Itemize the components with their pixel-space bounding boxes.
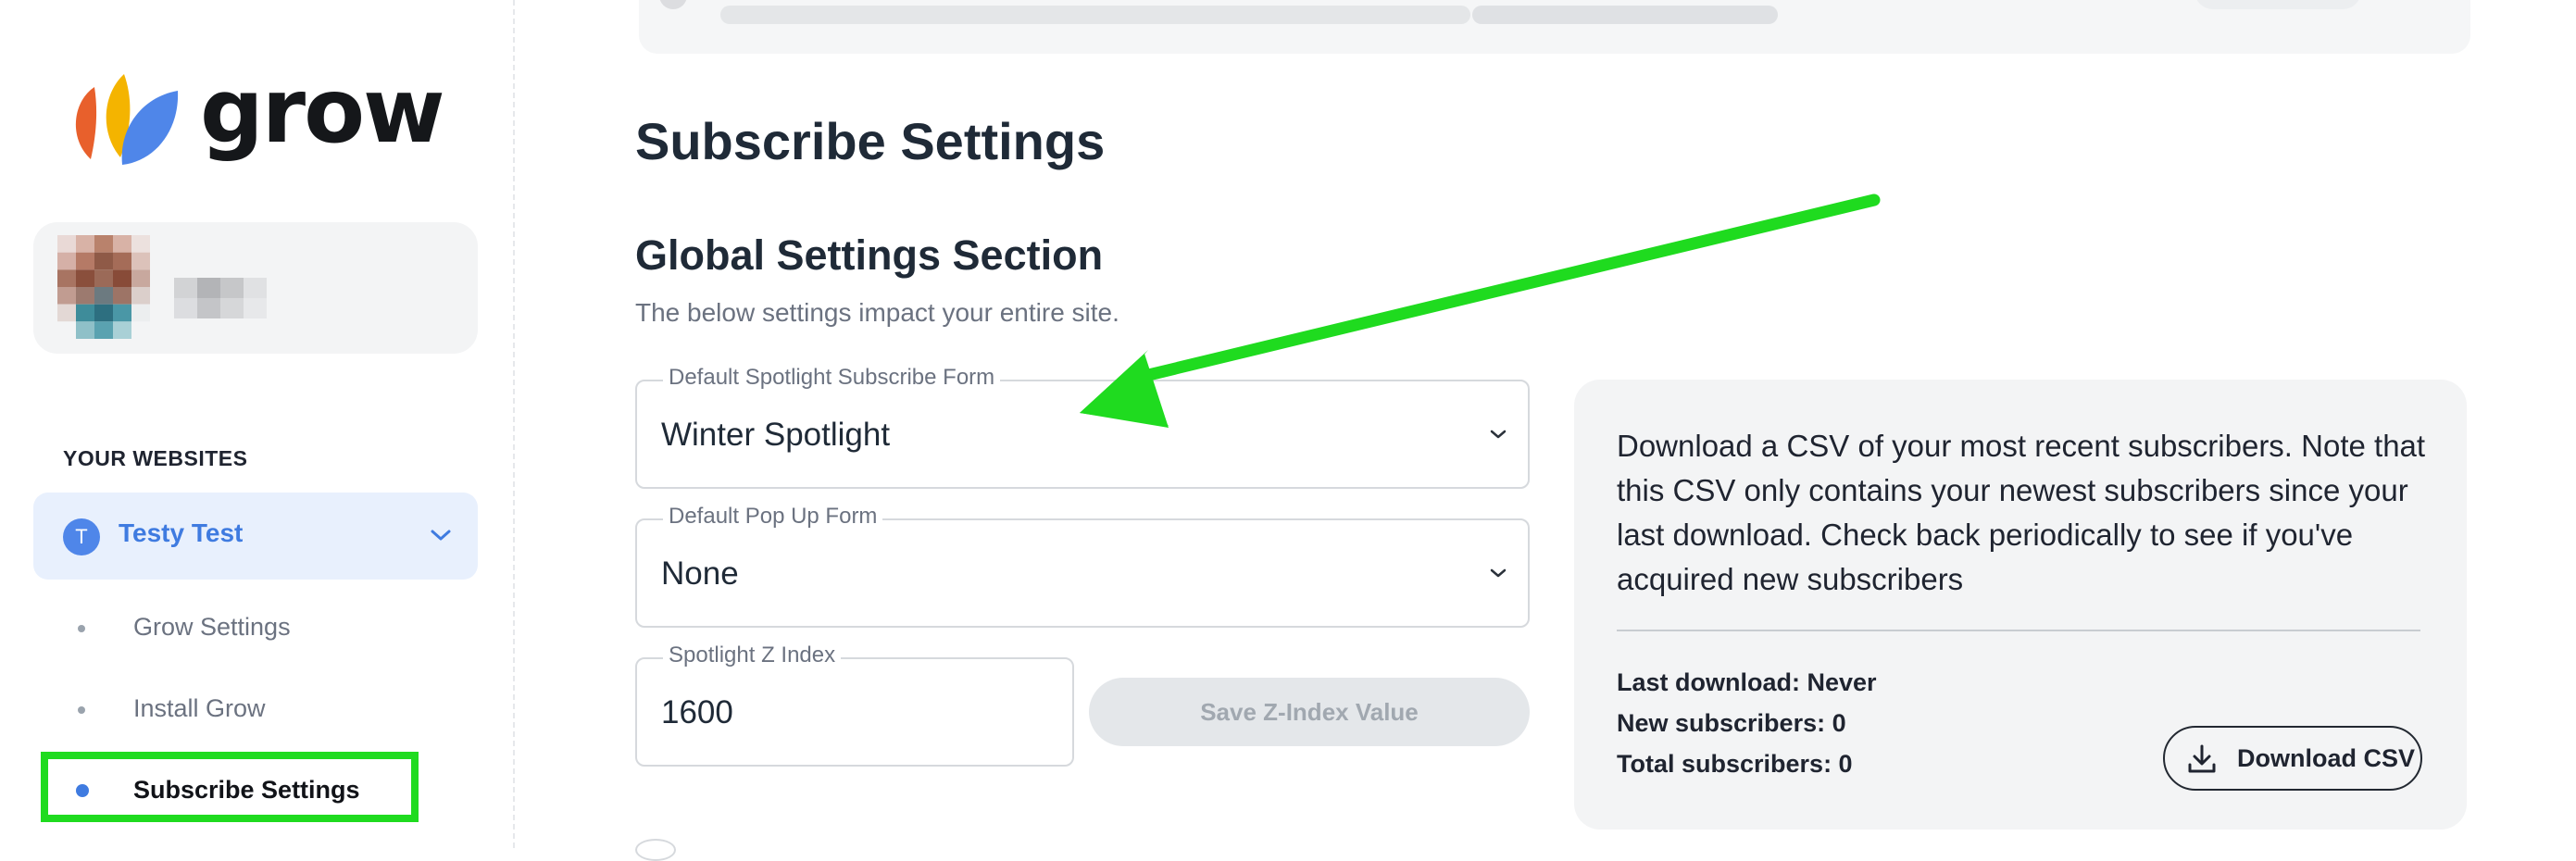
nav-item-label: Subscribe Settings <box>133 776 360 804</box>
download-icon <box>2188 744 2216 773</box>
last-download-stat: Last download: Never <box>1617 668 1877 696</box>
download-csv-label: Download CSV <box>2237 744 2416 772</box>
account-avatar <box>57 235 169 339</box>
bullet-icon <box>78 625 85 632</box>
csv-description: Download a CSV of your most recent subsc… <box>1617 429 2426 596</box>
z-index-value: 1600 <box>661 694 733 730</box>
popup-form-select[interactable]: Default Pop Up Form None <box>635 504 1530 628</box>
chevron-down-icon <box>1490 430 1507 439</box>
next-section-edge <box>635 839 676 861</box>
site-avatar: T <box>63 518 100 555</box>
z-index-label: Spotlight Z Index <box>663 643 842 668</box>
spotlight-form-label: Default Spotlight Subscribe Form <box>663 365 1001 391</box>
popup-form-value: None <box>661 555 739 592</box>
page-title: Subscribe Settings <box>635 112 1106 170</box>
previous-section-card <box>639 0 2470 54</box>
spotlight-form-select[interactable]: Default Spotlight Subscribe Form Winter … <box>635 365 1530 489</box>
divider <box>1617 630 2420 631</box>
bullet-icon <box>78 706 85 714</box>
sidebar: grow YOUR WEBSITES T Testy Test Grow Set… <box>0 0 515 848</box>
bullet-icon <box>76 784 89 797</box>
popup-form-label: Default Pop Up Form <box>663 504 883 530</box>
new-subscribers-stat: New subscribers: 0 <box>1617 709 1846 737</box>
section-description: The below settings impact your entire si… <box>635 298 1119 327</box>
logo-text: grow <box>200 59 445 163</box>
download-csv-button[interactable]: Download CSV <box>2163 726 2422 791</box>
nav-item-label: Install Grow <box>133 694 266 722</box>
your-websites-label: YOUR WEBSITES <box>63 446 248 470</box>
nav-item-grow-settings[interactable]: Grow Settings <box>33 600 478 655</box>
chevron-down-icon <box>1490 568 1507 578</box>
save-z-index-button[interactable]: Save Z-Index Value <box>1089 678 1530 746</box>
account-name <box>174 278 267 318</box>
account-card[interactable] <box>33 222 478 354</box>
nav-item-install-grow[interactable]: Install Grow <box>33 681 478 737</box>
nav-item-subscribe-settings[interactable]: Subscribe Settings <box>33 763 478 818</box>
grow-logo[interactable]: grow <box>67 59 445 170</box>
site-name: Testy Test <box>119 518 244 547</box>
section-title: Global Settings Section <box>635 231 1104 279</box>
chevron-down-icon[interactable] <box>430 528 452 543</box>
previous-section-text <box>720 6 1470 24</box>
grow-leaf-icon <box>75 74 179 165</box>
nav-item-label: Grow Settings <box>133 613 291 641</box>
previous-section-link <box>1472 6 1778 24</box>
previous-section-icon <box>659 0 687 9</box>
previous-section-button <box>2195 0 2361 9</box>
spotlight-form-value: Winter Spotlight <box>661 417 891 453</box>
z-index-input[interactable]: Spotlight Z Index 1600 <box>635 643 1074 767</box>
csv-download-card: Download a CSV of your most recent subsc… <box>1574 380 2467 830</box>
site-selector[interactable]: T Testy Test <box>33 493 478 580</box>
total-subscribers-stat: Total subscribers: 0 <box>1617 750 1853 778</box>
